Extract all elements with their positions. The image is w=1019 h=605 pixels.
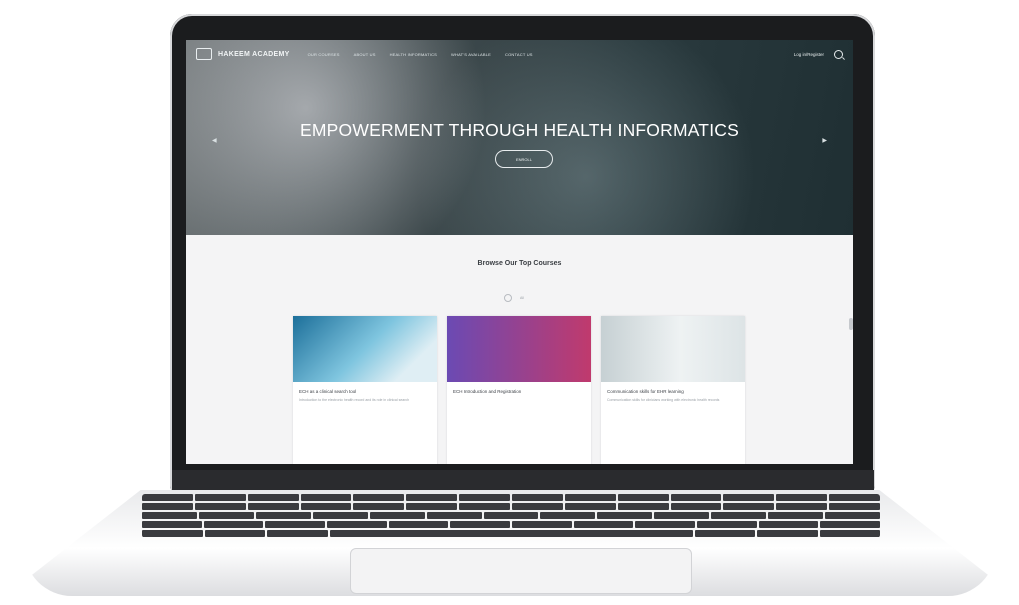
- laptop-screen: HAKEEM ACADEMY OUR COURSES ABOUT US HEAL…: [186, 40, 853, 464]
- page-scrollbar[interactable]: [849, 318, 853, 330]
- site-logo[interactable]: HAKEEM ACADEMY: [196, 48, 290, 60]
- course-description: Introduction to the electronic health re…: [299, 398, 410, 402]
- course-thumbnail[interactable]: [293, 316, 437, 382]
- hero-banner: HAKEEM ACADEMY OUR COURSES ABOUT US HEAL…: [186, 40, 853, 235]
- login-link[interactable]: Log in/Register: [794, 52, 824, 57]
- menu-item-whats-available[interactable]: WHAT'S AVAILABLE: [451, 52, 491, 57]
- top-navigation: HAKEEM ACADEMY OUR COURSES ABOUT US HEAL…: [186, 40, 853, 68]
- course-description: [447, 394, 591, 398]
- course-card[interactable]: ECH as a clinical search tool Introducti…: [293, 316, 437, 464]
- hero-title: EMPOWERMENT THROUGH HEALTH INFORMATICS: [300, 120, 739, 140]
- logo-icon: [196, 48, 212, 60]
- main-menu: OUR COURSES ABOUT US HEALTH INFORMATICS …: [308, 52, 533, 57]
- course-cards: ECH as a clinical search tool Introducti…: [293, 316, 745, 464]
- course-card[interactable]: Communication skills for EHR learning Co…: [601, 316, 745, 464]
- laptop-keyboard: [142, 494, 880, 538]
- course-title[interactable]: ECH Introduction and Registration: [447, 382, 591, 394]
- menu-item-our-courses[interactable]: OUR COURSES: [308, 52, 340, 57]
- filter-tab-label[interactable]: All: [520, 296, 524, 300]
- menu-item-about-us[interactable]: ABOUT US: [354, 52, 376, 57]
- nav-right: Log in/Register: [794, 49, 843, 59]
- course-thumbnail[interactable]: [601, 316, 745, 382]
- course-filter-tabs: All: [504, 294, 524, 302]
- hero-cta-button[interactable]: ENROLL: [495, 150, 553, 168]
- search-icon[interactable]: [834, 49, 843, 59]
- brand-name: HAKEEM ACADEMY: [218, 50, 290, 58]
- courses-section-title: Browse Our Top Courses: [477, 260, 562, 267]
- filter-dot-icon[interactable]: [504, 294, 512, 302]
- course-thumbnail[interactable]: [447, 316, 591, 382]
- menu-item-health-informatics[interactable]: HEALTH INFORMATICS: [390, 52, 437, 57]
- course-title[interactable]: Communication skills for EHR learning: [601, 382, 745, 394]
- laptop-trackpad: [350, 548, 692, 594]
- course-description: Communication skills for clinicians work…: [607, 398, 720, 402]
- course-card[interactable]: ECH Introduction and Registration: [447, 316, 591, 464]
- menu-item-contact-us[interactable]: CONTACT US: [505, 52, 533, 57]
- course-title[interactable]: ECH as a clinical search tool: [293, 382, 437, 394]
